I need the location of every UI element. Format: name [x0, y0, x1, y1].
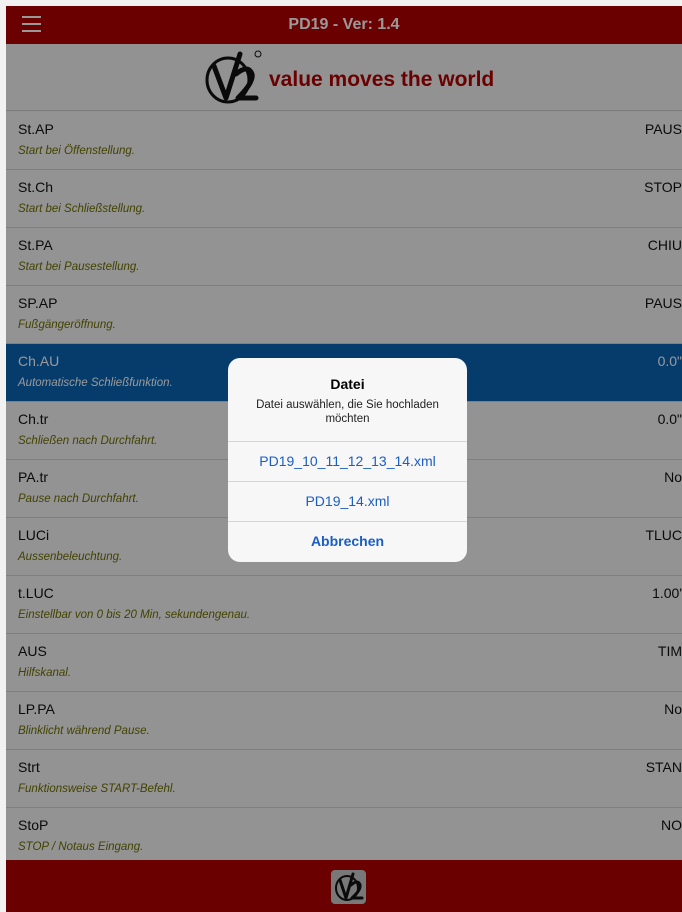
file-option-1-button[interactable]: PD19_10_11_12_13_14.xml: [228, 441, 467, 481]
file-option-2-button[interactable]: PD19_14.xml: [228, 481, 467, 521]
cancel-button[interactable]: Abbrechen: [228, 521, 467, 561]
dialog-message: Datei auswählen, die Sie hochladen möcht…: [256, 399, 439, 425]
file-select-dialog: Datei Datei auswählen, die Sie hochladen…: [228, 358, 467, 562]
dialog-title: Datei: [330, 376, 365, 392]
